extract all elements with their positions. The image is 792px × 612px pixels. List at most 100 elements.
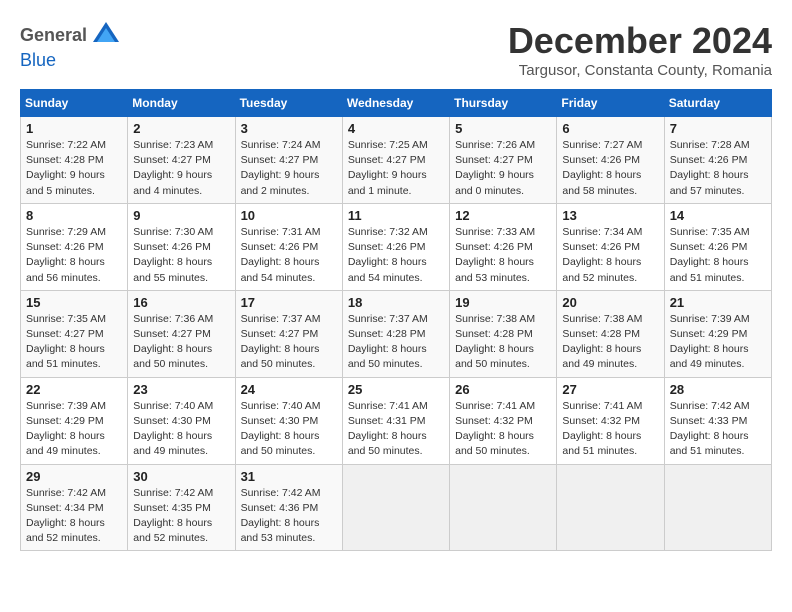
day-number: 31	[241, 469, 337, 484]
day-details: Sunrise: 7:42 AMSunset: 4:35 PMDaylight:…	[133, 486, 229, 547]
day-details: Sunrise: 7:30 AMSunset: 4:26 PMDaylight:…	[133, 225, 229, 286]
day-number: 3	[241, 121, 337, 136]
logo-icon	[91, 20, 121, 50]
day-number: 12	[455, 208, 551, 223]
day-number: 28	[670, 382, 766, 397]
day-number: 25	[348, 382, 444, 397]
weekday-header-monday: Monday	[128, 90, 235, 117]
day-number: 14	[670, 208, 766, 223]
month-title: December 2024	[508, 20, 772, 62]
calendar-day-cell: 17 Sunrise: 7:37 AMSunset: 4:27 PMDaylig…	[235, 290, 342, 377]
calendar-week-row: 1 Sunrise: 7:22 AMSunset: 4:28 PMDayligh…	[21, 117, 772, 204]
calendar-body: 1 Sunrise: 7:22 AMSunset: 4:28 PMDayligh…	[21, 117, 772, 551]
calendar-table: SundayMondayTuesdayWednesdayThursdayFrid…	[20, 89, 772, 551]
day-number: 26	[455, 382, 551, 397]
calendar-day-cell: 9 Sunrise: 7:30 AMSunset: 4:26 PMDayligh…	[128, 203, 235, 290]
calendar-day-cell: 29 Sunrise: 7:42 AMSunset: 4:34 PMDaylig…	[21, 464, 128, 551]
calendar-day-cell: 16 Sunrise: 7:36 AMSunset: 4:27 PMDaylig…	[128, 290, 235, 377]
day-number: 17	[241, 295, 337, 310]
day-number: 19	[455, 295, 551, 310]
calendar-day-cell: 11 Sunrise: 7:32 AMSunset: 4:26 PMDaylig…	[342, 203, 449, 290]
day-details: Sunrise: 7:31 AMSunset: 4:26 PMDaylight:…	[241, 225, 337, 286]
day-number: 18	[348, 295, 444, 310]
calendar-day-cell: 31 Sunrise: 7:42 AMSunset: 4:36 PMDaylig…	[235, 464, 342, 551]
day-details: Sunrise: 7:42 AMSunset: 4:34 PMDaylight:…	[26, 486, 122, 547]
day-details: Sunrise: 7:39 AMSunset: 4:29 PMDaylight:…	[670, 312, 766, 373]
day-details: Sunrise: 7:24 AMSunset: 4:27 PMDaylight:…	[241, 138, 337, 199]
day-number: 24	[241, 382, 337, 397]
day-details: Sunrise: 7:25 AMSunset: 4:27 PMDaylight:…	[348, 138, 444, 199]
calendar-day-cell: 24 Sunrise: 7:40 AMSunset: 4:30 PMDaylig…	[235, 377, 342, 464]
weekday-header-sunday: Sunday	[21, 90, 128, 117]
calendar-day-cell: 21 Sunrise: 7:39 AMSunset: 4:29 PMDaylig…	[664, 290, 771, 377]
day-details: Sunrise: 7:38 AMSunset: 4:28 PMDaylight:…	[455, 312, 551, 373]
day-details: Sunrise: 7:42 AMSunset: 4:33 PMDaylight:…	[670, 399, 766, 460]
calendar-day-cell: 23 Sunrise: 7:40 AMSunset: 4:30 PMDaylig…	[128, 377, 235, 464]
calendar-day-cell: 30 Sunrise: 7:42 AMSunset: 4:35 PMDaylig…	[128, 464, 235, 551]
calendar-day-cell	[557, 464, 664, 551]
location-subtitle: Targusor, Constanta County, Romania	[508, 62, 772, 79]
day-details: Sunrise: 7:23 AMSunset: 4:27 PMDaylight:…	[133, 138, 229, 199]
calendar-day-cell: 5 Sunrise: 7:26 AMSunset: 4:27 PMDayligh…	[450, 117, 557, 204]
day-details: Sunrise: 7:41 AMSunset: 4:32 PMDaylight:…	[455, 399, 551, 460]
day-details: Sunrise: 7:42 AMSunset: 4:36 PMDaylight:…	[241, 486, 337, 547]
calendar-day-cell: 14 Sunrise: 7:35 AMSunset: 4:26 PMDaylig…	[664, 203, 771, 290]
day-number: 4	[348, 121, 444, 136]
calendar-week-row: 22 Sunrise: 7:39 AMSunset: 4:29 PMDaylig…	[21, 377, 772, 464]
day-details: Sunrise: 7:32 AMSunset: 4:26 PMDaylight:…	[348, 225, 444, 286]
calendar-day-cell: 15 Sunrise: 7:35 AMSunset: 4:27 PMDaylig…	[21, 290, 128, 377]
weekday-header-wednesday: Wednesday	[342, 90, 449, 117]
calendar-day-cell: 25 Sunrise: 7:41 AMSunset: 4:31 PMDaylig…	[342, 377, 449, 464]
logo-blue-text: Blue	[20, 50, 56, 71]
day-details: Sunrise: 7:35 AMSunset: 4:26 PMDaylight:…	[670, 225, 766, 286]
day-details: Sunrise: 7:41 AMSunset: 4:32 PMDaylight:…	[562, 399, 658, 460]
day-number: 23	[133, 382, 229, 397]
day-number: 13	[562, 208, 658, 223]
calendar-day-cell: 6 Sunrise: 7:27 AMSunset: 4:26 PMDayligh…	[557, 117, 664, 204]
day-number: 8	[26, 208, 122, 223]
day-number: 11	[348, 208, 444, 223]
day-number: 29	[26, 469, 122, 484]
logo-general-text: General	[20, 25, 87, 46]
calendar-day-cell	[342, 464, 449, 551]
day-details: Sunrise: 7:27 AMSunset: 4:26 PMDaylight:…	[562, 138, 658, 199]
calendar-header: SundayMondayTuesdayWednesdayThursdayFrid…	[21, 90, 772, 117]
day-number: 1	[26, 121, 122, 136]
calendar-day-cell: 10 Sunrise: 7:31 AMSunset: 4:26 PMDaylig…	[235, 203, 342, 290]
weekday-header-thursday: Thursday	[450, 90, 557, 117]
calendar-day-cell: 12 Sunrise: 7:33 AMSunset: 4:26 PMDaylig…	[450, 203, 557, 290]
calendar-day-cell: 28 Sunrise: 7:42 AMSunset: 4:33 PMDaylig…	[664, 377, 771, 464]
day-details: Sunrise: 7:29 AMSunset: 4:26 PMDaylight:…	[26, 225, 122, 286]
calendar-day-cell: 8 Sunrise: 7:29 AMSunset: 4:26 PMDayligh…	[21, 203, 128, 290]
calendar-day-cell: 3 Sunrise: 7:24 AMSunset: 4:27 PMDayligh…	[235, 117, 342, 204]
page-header: General Blue December 2024 Targusor, Con…	[20, 20, 772, 79]
day-details: Sunrise: 7:28 AMSunset: 4:26 PMDaylight:…	[670, 138, 766, 199]
weekday-header-tuesday: Tuesday	[235, 90, 342, 117]
calendar-day-cell: 7 Sunrise: 7:28 AMSunset: 4:26 PMDayligh…	[664, 117, 771, 204]
day-number: 2	[133, 121, 229, 136]
day-number: 5	[455, 121, 551, 136]
day-number: 30	[133, 469, 229, 484]
day-details: Sunrise: 7:39 AMSunset: 4:29 PMDaylight:…	[26, 399, 122, 460]
day-number: 6	[562, 121, 658, 136]
day-number: 20	[562, 295, 658, 310]
day-details: Sunrise: 7:34 AMSunset: 4:26 PMDaylight:…	[562, 225, 658, 286]
day-number: 16	[133, 295, 229, 310]
day-details: Sunrise: 7:40 AMSunset: 4:30 PMDaylight:…	[133, 399, 229, 460]
day-number: 10	[241, 208, 337, 223]
day-details: Sunrise: 7:37 AMSunset: 4:27 PMDaylight:…	[241, 312, 337, 373]
day-details: Sunrise: 7:37 AMSunset: 4:28 PMDaylight:…	[348, 312, 444, 373]
day-details: Sunrise: 7:36 AMSunset: 4:27 PMDaylight:…	[133, 312, 229, 373]
day-number: 27	[562, 382, 658, 397]
day-details: Sunrise: 7:41 AMSunset: 4:31 PMDaylight:…	[348, 399, 444, 460]
weekday-header-saturday: Saturday	[664, 90, 771, 117]
calendar-day-cell: 13 Sunrise: 7:34 AMSunset: 4:26 PMDaylig…	[557, 203, 664, 290]
day-number: 22	[26, 382, 122, 397]
day-details: Sunrise: 7:22 AMSunset: 4:28 PMDaylight:…	[26, 138, 122, 199]
calendar-day-cell: 19 Sunrise: 7:38 AMSunset: 4:28 PMDaylig…	[450, 290, 557, 377]
day-details: Sunrise: 7:33 AMSunset: 4:26 PMDaylight:…	[455, 225, 551, 286]
calendar-day-cell: 26 Sunrise: 7:41 AMSunset: 4:32 PMDaylig…	[450, 377, 557, 464]
calendar-day-cell	[450, 464, 557, 551]
day-number: 9	[133, 208, 229, 223]
day-details: Sunrise: 7:40 AMSunset: 4:30 PMDaylight:…	[241, 399, 337, 460]
